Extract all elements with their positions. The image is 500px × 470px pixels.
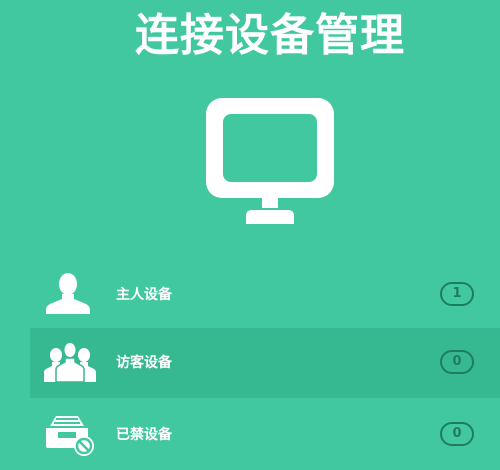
device-row-label: 主人设备 <box>116 287 172 303</box>
device-count-badge: 0 <box>440 422 474 446</box>
monitor-icon <box>206 98 334 228</box>
device-row-label: 访客设备 <box>116 355 172 371</box>
page-title: 连接设备管理 <box>135 10 405 61</box>
device-row-owner[interactable]: 主人设备 1 <box>30 260 500 330</box>
device-management-page: 连接设备管理 主人设备 1 访客设备 0 已禁设备 0 <box>0 0 500 470</box>
device-count-badge: 1 <box>440 282 474 306</box>
device-row-blocked[interactable]: 已禁设备 0 <box>30 400 500 470</box>
users-group-icon <box>44 340 96 386</box>
inbox-blocked-icon <box>44 412 96 458</box>
device-count-badge: 0 <box>440 350 474 374</box>
device-row-label: 已禁设备 <box>116 427 172 443</box>
device-row-guest[interactable]: 访客设备 0 <box>30 328 500 398</box>
user-icon <box>44 272 96 318</box>
